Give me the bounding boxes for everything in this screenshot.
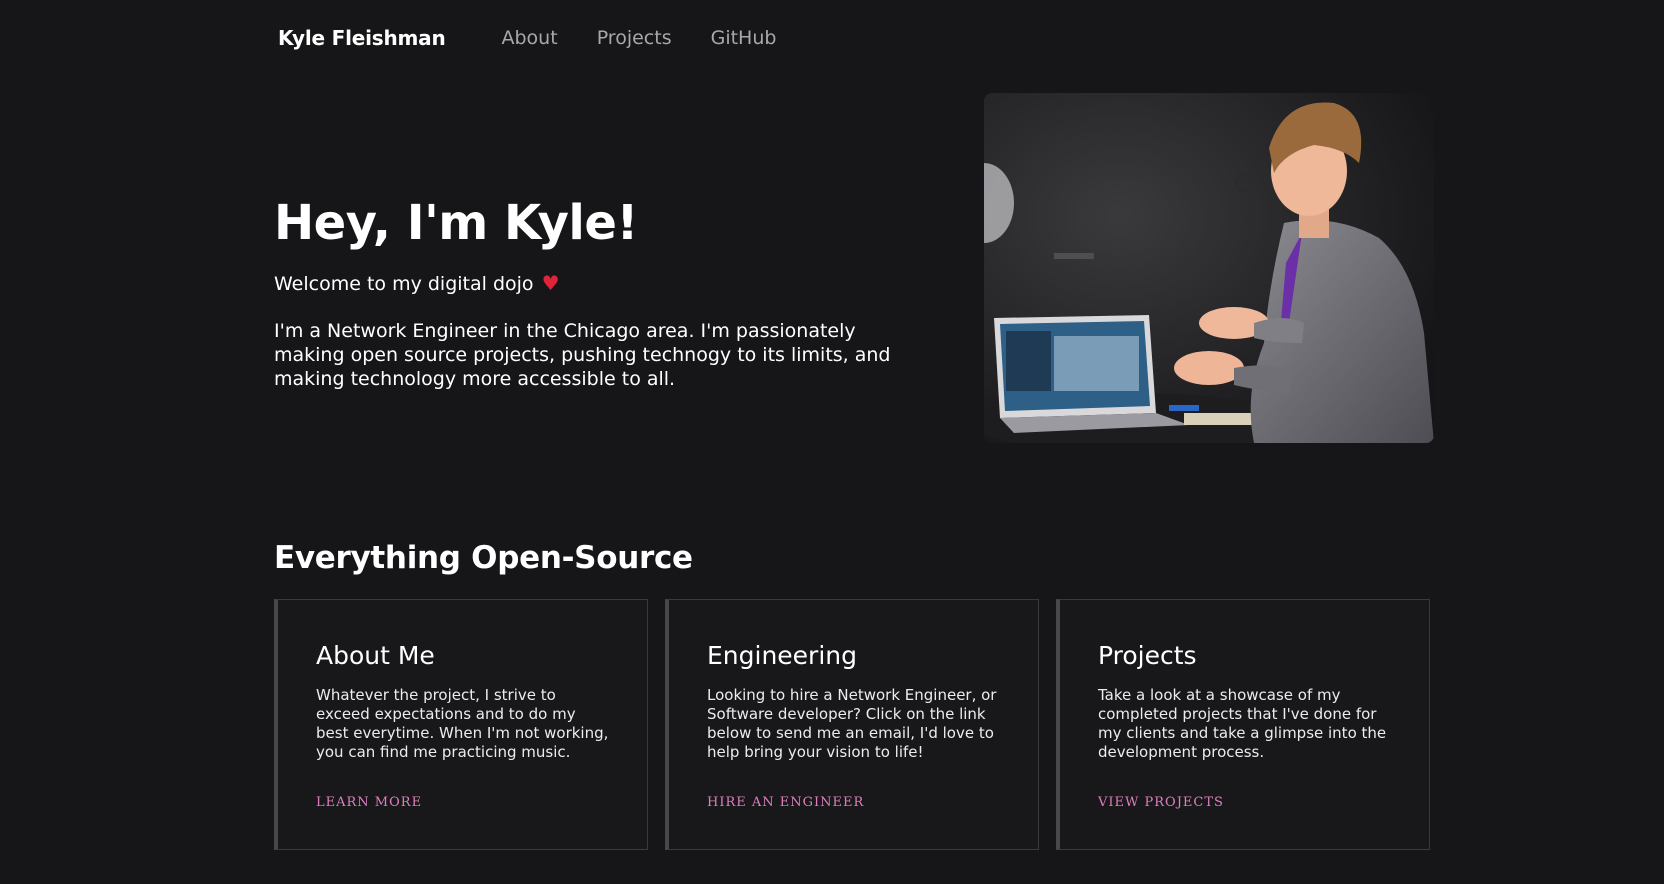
card-title: About Me (316, 641, 435, 670)
card-engineering: Engineering Looking to hire a Network En… (665, 599, 1039, 850)
hero-description: I'm a Network Engineer in the Chicago ar… (274, 320, 891, 390)
section-title: Everything Open-Source (274, 540, 693, 576)
hero-welcome: Welcome to my digital dojo ♥ (274, 270, 560, 297)
brand-link[interactable]: Kyle Fleishman (278, 26, 446, 50)
hire-engineer-link[interactable]: HIRE AN ENGINEER (707, 795, 864, 810)
card-projects: Projects Take a look at a showcase of my… (1056, 599, 1430, 850)
card-text: Take a look at a showcase of my complete… (1098, 686, 1387, 761)
hero-title: Hey, I'm Kyle! (274, 195, 638, 251)
nav-link-github[interactable]: GitHub (711, 27, 777, 49)
card-title: Engineering (707, 641, 857, 670)
card-text: Whatever the project, I strive to exceed… (316, 686, 609, 761)
heart-icon: ♥ (541, 271, 560, 295)
hero-welcome-text: Welcome to my digital dojo (274, 273, 534, 295)
person-with-laptop-photo (984, 93, 1434, 443)
nav-link-projects[interactable]: Projects (597, 27, 672, 49)
feature-cards: About Me Whatever the project, I strive … (274, 599, 1430, 850)
card-text: Looking to hire a Network Engineer, or S… (707, 686, 997, 761)
learn-more-link[interactable]: LEARN MORE (316, 795, 422, 810)
card-about-me: About Me Whatever the project, I strive … (274, 599, 648, 850)
view-projects-link[interactable]: VIEW PROJECTS (1098, 795, 1224, 810)
card-title: Projects (1098, 641, 1197, 670)
hero-photo (984, 93, 1434, 443)
nav-link-about[interactable]: About (502, 27, 558, 49)
top-nav: Kyle Fleishman About Projects GitHub (278, 24, 815, 52)
